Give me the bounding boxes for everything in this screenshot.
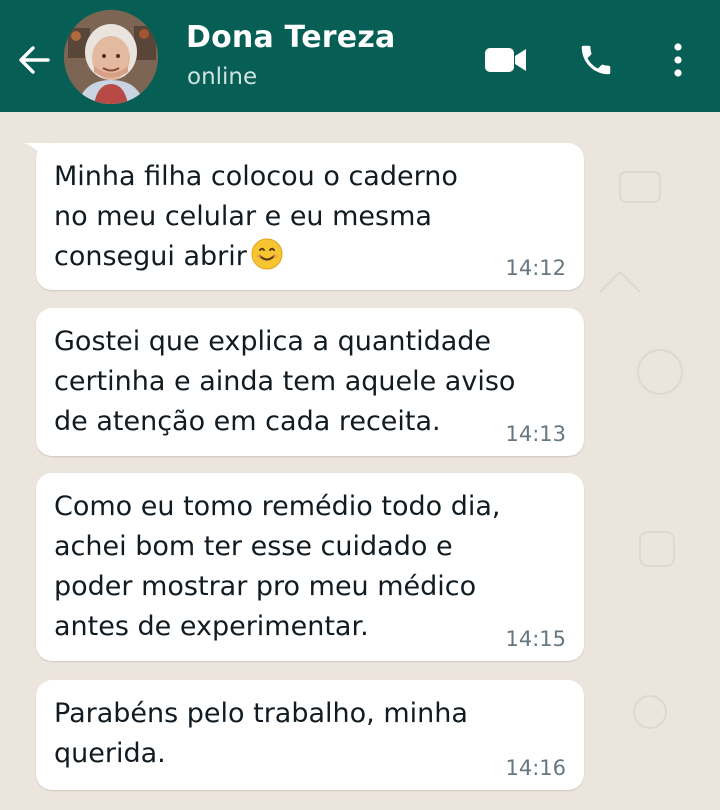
bubble-tail: [24, 143, 48, 165]
message-text: Parabéns pelo trabalho, minha querida.: [54, 698, 468, 769]
message-bubble[interactable]: Gostei que explica a quantidade certinha…: [36, 308, 584, 456]
back-arrow-icon[interactable]: [14, 40, 54, 80]
contact-status: online: [187, 64, 258, 90]
chat-area[interactable]: Minha filha colocou o caderno no meu cel…: [0, 112, 720, 810]
message-time: 14:13: [505, 422, 566, 446]
message-text: Minha filha colocou o caderno no meu cel…: [54, 161, 458, 272]
phone-icon[interactable]: [574, 38, 618, 82]
video-call-icon[interactable]: [482, 38, 530, 82]
avatar[interactable]: [64, 10, 158, 104]
chat-header: Dona Tereza online: [0, 0, 720, 112]
contact-name[interactable]: Dona Tereza: [186, 20, 395, 55]
avatar-photo: [64, 10, 158, 104]
message-time: 14:16: [505, 756, 566, 780]
message-bubble[interactable]: Como eu tomo remédio todo dia, achei bom…: [36, 473, 584, 661]
message-bubble[interactable]: Minha filha colocou o caderno no meu cel…: [24, 143, 584, 290]
message-text: Gostei que explica a quantidade certinha…: [54, 326, 516, 437]
message-text: Como eu tomo remédio todo dia, achei bom…: [54, 491, 501, 642]
message-time: 14:12: [505, 256, 566, 280]
more-menu-icon[interactable]: [662, 38, 694, 82]
message-time: 14:15: [505, 627, 566, 651]
message-bubble[interactable]: Parabéns pelo trabalho, minha querida. 1…: [36, 680, 584, 790]
smiling-face-emoji-icon: [251, 238, 283, 270]
